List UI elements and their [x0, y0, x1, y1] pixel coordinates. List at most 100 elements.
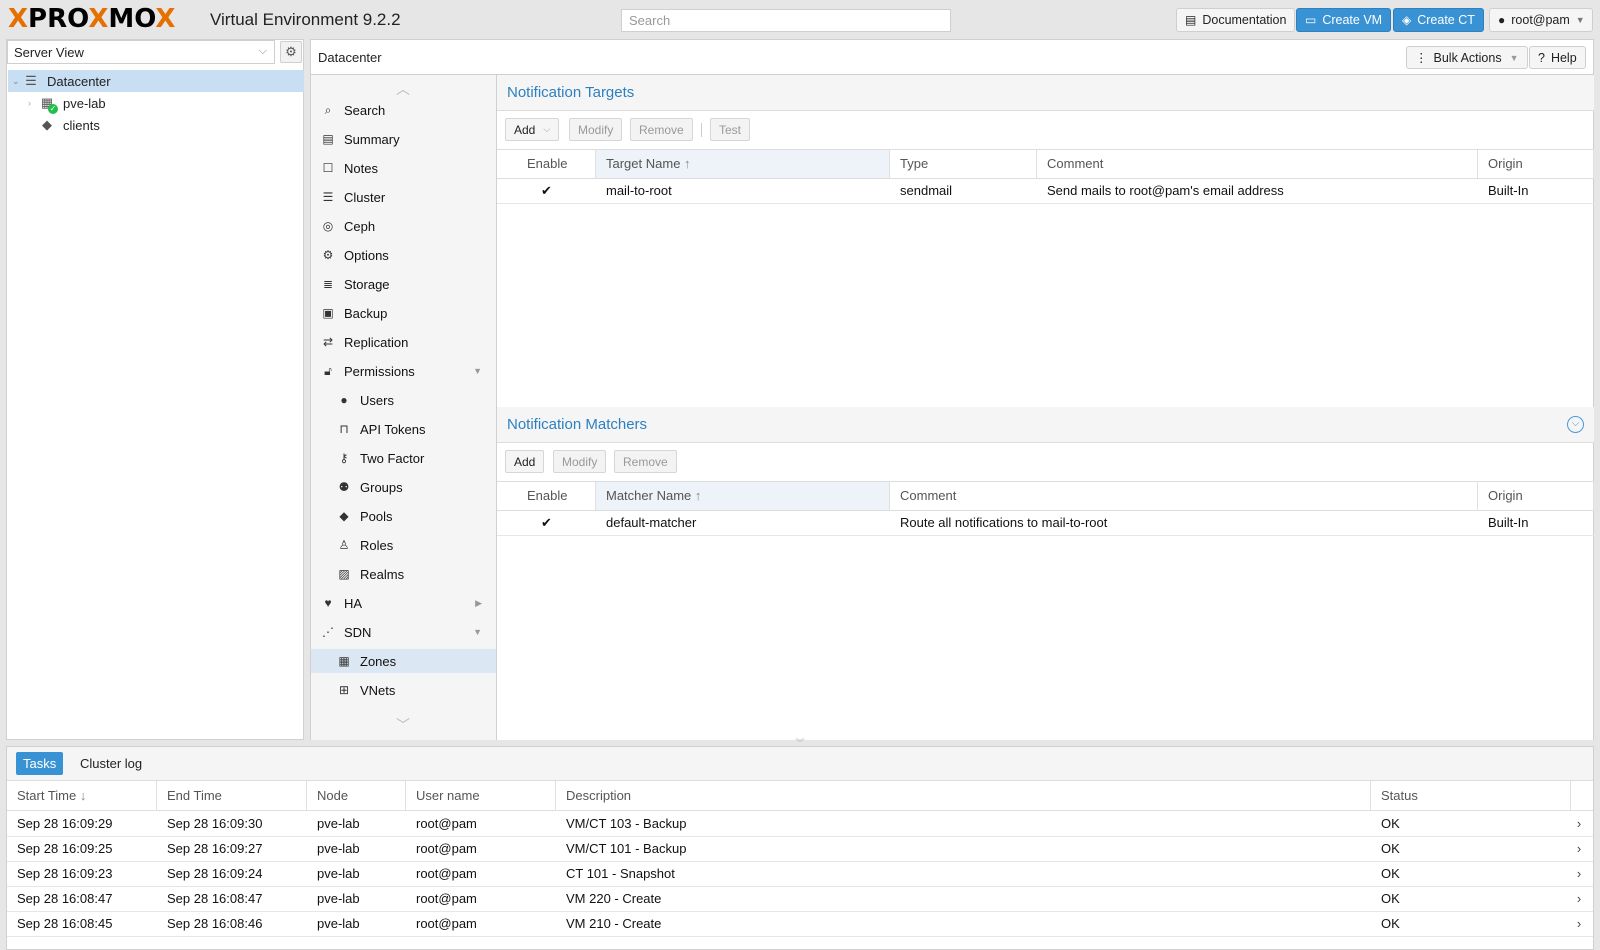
table-row[interactable]: Sep 28 16:09:29 Sep 28 16:09:30 pve-lab … — [7, 812, 1593, 837]
column-header-comment[interactable]: Comment — [1037, 150, 1478, 178]
end-time-cell: Sep 28 16:09:24 — [167, 866, 263, 881]
status-cell: OK — [1381, 866, 1400, 881]
status-cell: OK — [1381, 816, 1400, 831]
view-selector[interactable]: Server View ⌵ — [7, 40, 275, 64]
tab-cluster-log[interactable]: Cluster log — [73, 752, 149, 775]
column-header-end-time[interactable]: End Time — [157, 781, 307, 811]
user-menu-button[interactable]: ● root@pam ▼ — [1489, 8, 1593, 32]
table-row[interactable]: ✔ mail-to-root sendmail Send mails to ro… — [497, 179, 1594, 204]
menu-item-realms[interactable]: ▨ Realms — [311, 562, 496, 586]
create-vm-button[interactable]: ▭ Create VM — [1296, 8, 1392, 32]
server-stack-icon: ☰ — [322, 190, 334, 204]
test-target-button[interactable]: Test — [710, 118, 751, 141]
menu-item-roles[interactable]: ♙ Roles — [311, 533, 496, 557]
notification-targets-header: Notification Targets — [497, 75, 1594, 111]
menu-item-users[interactable]: ● Users — [311, 388, 496, 412]
sort-asc-icon: ↑ — [684, 156, 691, 171]
menu-item-backup[interactable]: ▣ Backup — [311, 301, 496, 325]
scroll-down-icon[interactable]: ﹀ — [396, 715, 410, 735]
tab-tasks[interactable]: Tasks — [16, 752, 64, 775]
top-bar: XPROXMOX Virtual Environment 9.2.2 Searc… — [0, 0, 1600, 39]
column-header-node[interactable]: Node — [307, 781, 406, 811]
column-header-target-name[interactable]: Target Name ↑ — [596, 150, 890, 178]
column-header-type[interactable]: Type — [890, 150, 1037, 178]
collapse-arrow-icon[interactable]: ▼ — [473, 627, 482, 637]
menu-item-options[interactable]: ⚙ Options — [311, 243, 496, 267]
bulk-actions-button[interactable]: ⋮ Bulk Actions ▼ — [1406, 46, 1528, 69]
tree-node-datacenter[interactable]: ⌄ ☰ Datacenter — [8, 70, 304, 92]
column-header-enable[interactable]: Enable — [497, 482, 596, 510]
menu-item-permissions[interactable]: 🔓︎ Permissions ▼ — [311, 359, 496, 383]
chevron-right-icon[interactable]: › — [1569, 912, 1589, 936]
matchers-toolbar: Add Modify Remove — [497, 444, 1594, 480]
add-matcher-button[interactable]: Add — [505, 450, 545, 473]
menu-item-summary[interactable]: ▤ Summary — [311, 127, 496, 151]
menu-item-sdn[interactable]: ⋰ SDN ▼ — [311, 620, 496, 644]
proxmox-logo[interactable]: XPROXMOX — [8, 5, 175, 33]
column-header-origin[interactable]: Origin — [1478, 482, 1594, 510]
collapse-icon[interactable]: ⌄ — [12, 76, 22, 87]
menu-item-storage[interactable]: ≣ Storage — [311, 272, 496, 296]
column-header-status[interactable]: Status — [1371, 781, 1571, 811]
help-button[interactable]: ? Help — [1529, 46, 1586, 69]
table-row[interactable]: Sep 28 16:08:47 Sep 28 16:08:47 pve-lab … — [7, 887, 1593, 912]
column-header-start-time[interactable]: Start Time ↓ — [7, 781, 157, 811]
expand-arrow-icon[interactable]: ▶ — [475, 598, 482, 609]
column-header-description[interactable]: Description — [556, 781, 1371, 811]
column-header-origin[interactable]: Origin — [1478, 150, 1594, 178]
end-time-cell: Sep 28 16:08:47 — [167, 891, 263, 906]
scroll-up-icon[interactable]: ︿ — [396, 79, 410, 99]
chevron-right-icon[interactable]: › — [1569, 837, 1589, 861]
documentation-button[interactable]: ▤ Documentation — [1176, 8, 1296, 32]
checkmark-icon: ✔ — [541, 183, 552, 198]
table-row[interactable]: Sep 28 16:09:23 Sep 28 16:09:24 pve-lab … — [7, 862, 1593, 887]
menu-item-ha[interactable]: ♥ HA ▶ — [311, 591, 496, 615]
column-header-user-name[interactable]: User name — [406, 781, 556, 811]
tree-node-pve-lab[interactable]: › ▦ ✓ pve-lab — [8, 92, 304, 114]
column-header-enable[interactable]: Enable — [497, 150, 596, 178]
note-icon: ☐ — [322, 161, 334, 175]
address-book-icon: ▨ — [338, 567, 350, 581]
menu-item-pools[interactable]: ◆ Pools — [311, 504, 496, 528]
description-cell: CT 101 - Snapshot — [566, 866, 675, 881]
remove-target-button[interactable]: Remove — [630, 118, 693, 141]
add-target-button[interactable]: Add ⌵ — [505, 118, 560, 141]
end-time-cell: Sep 28 16:08:46 — [167, 916, 263, 931]
menu-item-zones[interactable]: ▦ Zones — [311, 649, 496, 673]
menu-item-vnets[interactable]: ⊞ VNets — [311, 678, 496, 702]
menu-item-replication[interactable]: ⇄ Replication — [311, 330, 496, 354]
menu-item-ceph[interactable]: ◎ Ceph — [311, 214, 496, 238]
table-row[interactable]: Sep 28 16:08:45 Sep 28 16:08:46 pve-lab … — [7, 912, 1593, 937]
modify-matcher-button[interactable]: Modify — [553, 450, 607, 473]
remove-matcher-button[interactable]: Remove — [614, 450, 677, 473]
menu-item-search[interactable]: ⌕ Search — [311, 98, 496, 122]
chevron-right-icon[interactable]: › — [1569, 887, 1589, 911]
menu-item-two-factor[interactable]: ⚷ Two Factor — [311, 446, 496, 470]
unlock-icon: 🔓︎ — [324, 363, 332, 378]
create-ct-button[interactable]: ◈ Create CT — [1393, 8, 1484, 32]
tree-node-clients[interactable]: ◆ clients — [8, 114, 304, 136]
collapse-circle-icon[interactable]: ⌵ — [1567, 416, 1584, 433]
table-row[interactable]: Sep 28 16:09:25 Sep 28 16:09:27 pve-lab … — [7, 837, 1593, 862]
collapse-arrow-icon[interactable]: ▼ — [473, 366, 482, 376]
modify-target-button[interactable]: Modify — [569, 118, 623, 141]
menu-item-api-tokens[interactable]: ⊓ API Tokens — [311, 417, 496, 441]
gear-icon[interactable]: ⚙ — [280, 41, 302, 63]
heartbeat-icon: ♥ — [324, 596, 332, 610]
chevron-right-icon[interactable]: › — [1569, 862, 1589, 886]
expand-icon[interactable]: › — [28, 98, 38, 108]
node-cell: pve-lab — [317, 891, 360, 906]
server-stack-icon: ☰ — [25, 73, 37, 88]
target-type-cell: sendmail — [900, 183, 953, 198]
grid-icon: ▦ — [338, 654, 350, 668]
chevron-right-icon[interactable]: › — [1569, 812, 1589, 836]
user-cell: root@pam — [416, 916, 477, 931]
search-input[interactable]: Search — [621, 9, 951, 32]
node-cell: pve-lab — [317, 816, 360, 831]
menu-item-groups[interactable]: ⚉ Groups — [311, 475, 496, 499]
column-header-comment[interactable]: Comment — [890, 482, 1478, 510]
table-row[interactable]: ✔ default-matcher Route all notification… — [497, 511, 1594, 536]
menu-item-cluster[interactable]: ☰ Cluster — [311, 185, 496, 209]
column-header-matcher-name[interactable]: Matcher Name ↑ — [596, 482, 890, 510]
menu-item-notes[interactable]: ☐ Notes — [311, 156, 496, 180]
